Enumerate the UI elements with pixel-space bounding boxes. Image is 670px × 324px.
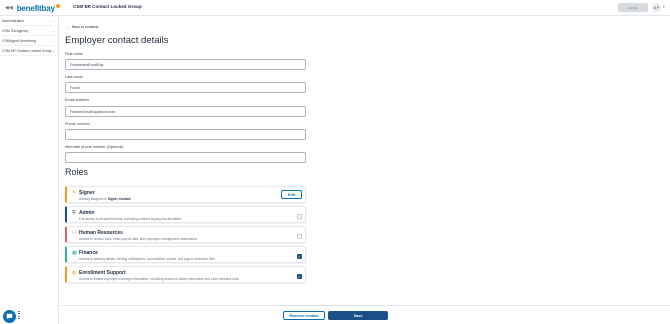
support-icon: ◍ (72, 270, 77, 276)
role-description: Access to banking details, funding notif… (79, 257, 216, 261)
sidebar-item-group[interactable]: CSM ER Contact Locked Group ⌄ (0, 46, 58, 56)
roles-title: Roles (65, 167, 89, 177)
back-label: Back to contacts (72, 24, 99, 29)
role-name: Human Resources (79, 229, 123, 236)
chevron-down-icon: ⌄ (52, 48, 55, 53)
people-icon: ⚇ (72, 230, 77, 236)
logo-text: benefitbay (16, 3, 55, 13)
sidebar-item-label: CSMAgent Armstrong (2, 38, 36, 43)
role-desc-prefix: Already assigned to (79, 197, 107, 201)
phone-field[interactable] (65, 129, 306, 140)
double-chevron-left-icon[interactable]: ◀◀ (5, 4, 13, 12)
email-field[interactable]: FinanceEnrollSup@com.com (65, 106, 306, 117)
first-name-field[interactable]: FinanceandEnrollSup (65, 59, 306, 70)
page-title: Employer contact details (65, 35, 169, 46)
chat-button[interactable] (3, 310, 16, 323)
email-label: Email address (65, 98, 90, 102)
drag-handle-icon[interactable] (18, 311, 21, 319)
sidebar-item-administration[interactable]: Administration ⌄ (0, 16, 58, 26)
role-card-admin[interactable]: ⛨ Admin Full access to all system areas,… (65, 206, 306, 223)
sidebar-item-label: Administration (2, 18, 25, 23)
admin-checkbox[interactable] (297, 214, 302, 219)
back-link[interactable]: ← Back to contacts (65, 24, 98, 29)
enrollment-support-checkbox[interactable]: ✓ (297, 274, 302, 279)
role-card-enrollment-support[interactable]: ◍ Enrollment Support Access to limited e… (65, 266, 306, 283)
role-card-finance[interactable]: ▦ Finance Access to banking details, fun… (65, 246, 306, 263)
alt-phone-field[interactable] (65, 152, 306, 163)
edit-signer-button[interactable]: Edit (281, 190, 302, 199)
check-icon: ✓ (298, 274, 301, 279)
sidebar: Administration ⌄ CSM GA Agency ⌄ CSMAgen… (0, 16, 59, 324)
sidebar-item-label: CSM ER Contact Locked Group (2, 48, 52, 53)
avatar[interactable]: A P (652, 3, 661, 12)
human-resources-checkbox[interactable] (297, 234, 302, 239)
logo-area: ◀◀ benefitbay (0, 0, 60, 16)
sidebar-item-agent[interactable]: CSMAgent Armstrong ⌄ (0, 36, 58, 46)
last-name-label: Last name (65, 75, 83, 79)
shield-icon: ⛨ (72, 210, 76, 216)
calculator-icon: ▦ (72, 250, 77, 256)
role-description: Full access to all system areas, excludi… (79, 217, 182, 221)
role-card-signer: ✎ Signer Already assigned to Signer Cont… (65, 186, 306, 203)
alt-phone-label: Alternate phone number (Optional) (65, 145, 124, 149)
top-bar: ◀◀ benefitbay CSM ER Contact Locked Grou… (0, 0, 670, 16)
main-content: ← Back to contacts Employer contact deta… (59, 16, 670, 305)
check-icon: ✓ (298, 254, 301, 259)
role-card-human-resources[interactable]: ⚇ Human Resources Access to census tools… (65, 226, 306, 243)
chevron-down-icon[interactable]: ▾ (663, 5, 665, 9)
sidebar-item-agency[interactable]: CSM GA Agency ⌄ (0, 26, 58, 36)
pen-icon: ✎ (72, 190, 77, 196)
logo-mark-icon (55, 4, 60, 8)
chevron-down-icon: ⌄ (52, 28, 55, 33)
remove-contact-button[interactable]: Remove contact (283, 311, 325, 320)
role-description: Already assigned to Signer Contact (79, 197, 131, 201)
footer-bar: Remove contact Save (59, 305, 670, 324)
sidebar-item-label: CSM GA Agency (2, 28, 29, 33)
chevron-down-icon: ⌄ (52, 18, 55, 23)
group-title: CSM ER Contact Locked Group (73, 4, 142, 9)
finance-checkbox[interactable]: ✓ (297, 254, 302, 259)
last-name-field[interactable]: Functi (65, 82, 306, 93)
chat-icon (6, 313, 13, 320)
role-description: Access to census tools, basic payroll da… (79, 237, 198, 241)
role-description: Access to limited employee coverage info… (79, 277, 240, 281)
role-name: Finance (79, 249, 98, 256)
first-name-label: First name (65, 52, 83, 56)
role-name: Enrollment Support (79, 269, 126, 276)
apply-button[interactable]: Apply (618, 3, 648, 12)
role-desc-assignee: Signer Contact (107, 197, 131, 201)
chevron-down-icon: ⌄ (52, 38, 55, 43)
save-button[interactable]: Save (328, 311, 388, 320)
role-name: Signer (79, 189, 95, 196)
arrow-left-icon: ← (65, 24, 69, 29)
role-name: Admin (79, 209, 95, 216)
phone-label: Phone number (65, 122, 90, 126)
logo[interactable]: benefitbay (17, 4, 60, 13)
